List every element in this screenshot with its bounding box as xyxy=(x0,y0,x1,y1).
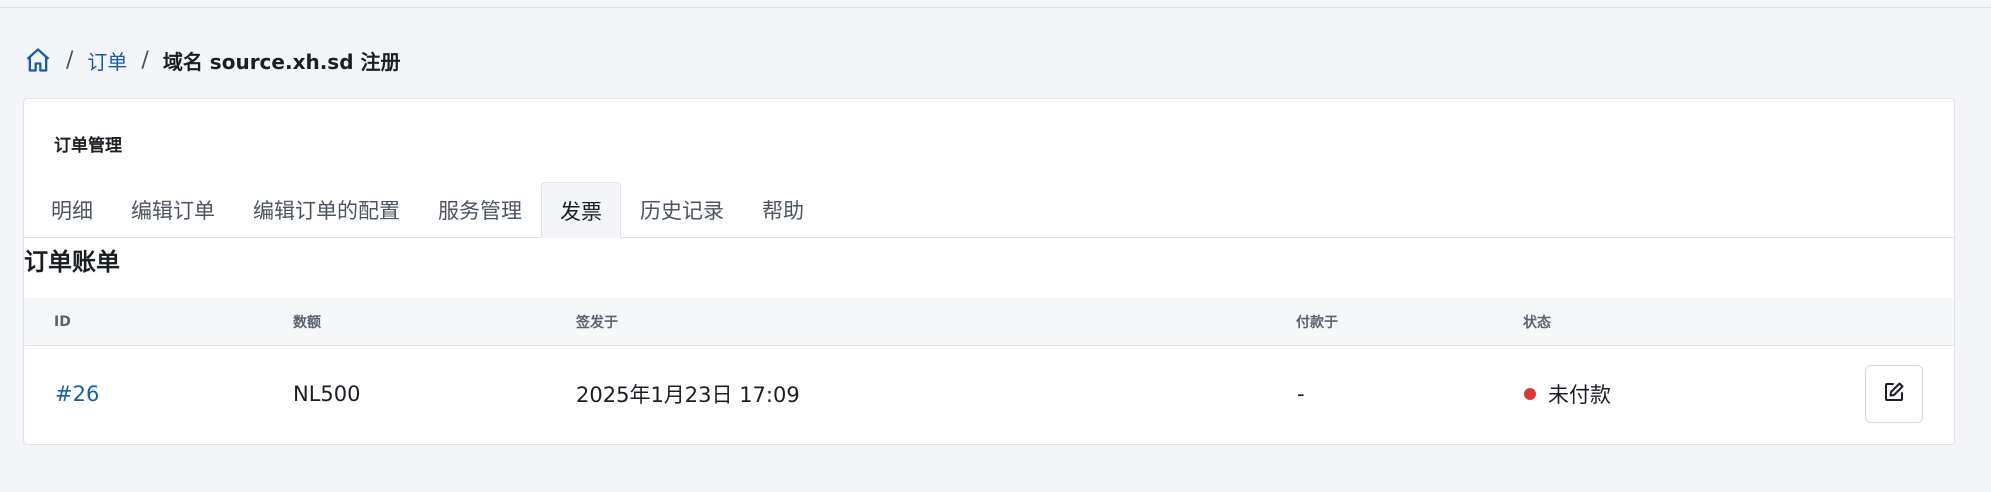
status-dot-icon xyxy=(1524,388,1536,400)
breadcrumb: / 订单 / 域名 source.xh.sd 注册 xyxy=(24,44,401,76)
breadcrumb-current: 域名 source.xh.sd 注册 xyxy=(162,49,401,74)
tab-bar: 明细 编辑订单 编辑订单的配置 服务管理 发票 历史记录 帮助 xyxy=(24,182,1954,238)
breadcrumb-separator: / xyxy=(66,47,74,73)
tab-edit-order-config[interactable]: 编辑订单的配置 xyxy=(234,182,419,237)
column-header-status: 状态 xyxy=(1523,315,1551,331)
invoice-issued-date: 2025年1月23日 17:09 xyxy=(576,383,800,407)
tab-help[interactable]: 帮助 xyxy=(743,182,823,237)
tab-service-management[interactable]: 服务管理 xyxy=(419,182,541,237)
table-header: ID 数额 签发于 付款于 状态 xyxy=(24,298,1954,346)
invoice-id-link[interactable]: #26 xyxy=(55,382,99,406)
tab-invoices[interactable]: 发票 xyxy=(541,182,621,238)
edit-icon xyxy=(1882,380,1906,408)
breadcrumb-orders-link[interactable]: 订单 xyxy=(87,46,127,75)
column-header-issued: 签发于 xyxy=(576,315,618,331)
table-row: #26 NL500 2025年1月23日 17:09 - 未付款 xyxy=(24,346,1954,442)
breadcrumb-separator: / xyxy=(141,47,149,73)
column-header-paid: 付款于 xyxy=(1296,315,1338,331)
top-divider xyxy=(0,0,1991,8)
invoices-heading: 订单账单 xyxy=(24,248,120,276)
tab-history[interactable]: 历史记录 xyxy=(621,182,743,237)
tab-details[interactable]: 明细 xyxy=(32,182,112,237)
card-title: 订单管理 xyxy=(54,136,122,156)
column-header-amount: 数额 xyxy=(293,315,321,331)
invoice-paid-date: - xyxy=(1297,382,1305,406)
home-icon[interactable] xyxy=(24,46,52,74)
invoices-table: ID 数额 签发于 付款于 状态 #26 NL500 2025年1月23日 17… xyxy=(24,298,1954,442)
invoice-amount: NL500 xyxy=(293,382,361,406)
invoice-status-label: 未付款 xyxy=(1548,383,1611,407)
edit-invoice-button[interactable] xyxy=(1865,365,1923,423)
tab-edit-order[interactable]: 编辑订单 xyxy=(112,182,234,237)
invoice-status: 未付款 xyxy=(1524,346,1611,442)
order-management-card: 订单管理 明细 编辑订单 编辑订单的配置 服务管理 发票 历史记录 帮助 订单账… xyxy=(23,98,1955,445)
column-header-id: ID xyxy=(54,314,71,330)
